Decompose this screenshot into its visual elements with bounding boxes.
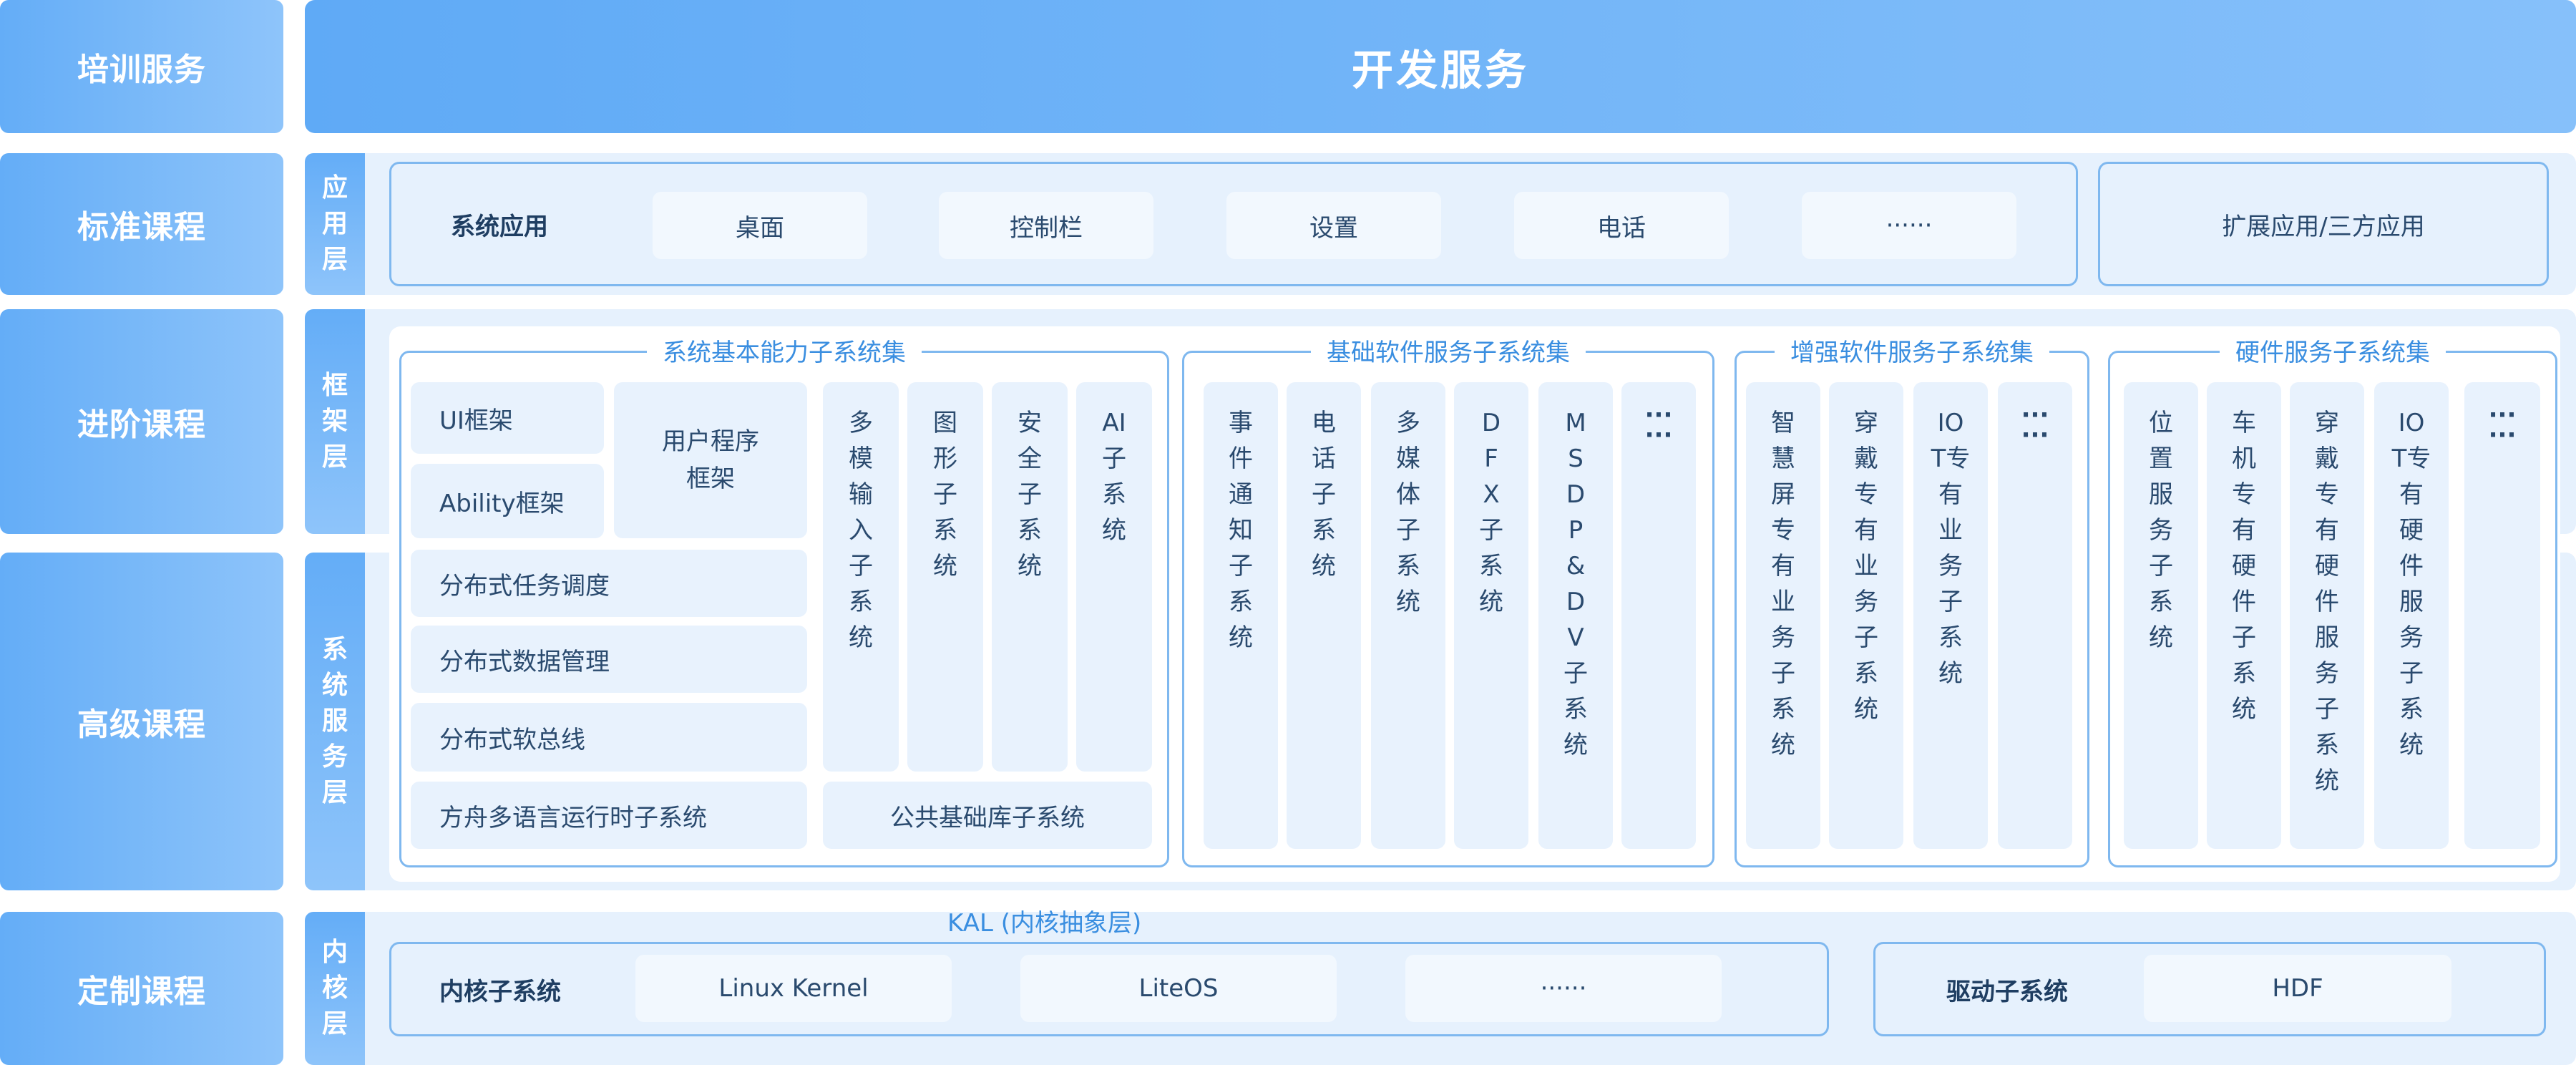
wearable-hardware-text: 穿戴专有硬件服务子系统: [2315, 409, 2339, 795]
telephony-text: 电话子系统: [1312, 409, 1336, 580]
smart-screen-text: 智慧屏专有业务子系统: [1771, 409, 1795, 759]
distributed-scheduling: 分布式任务调度: [411, 550, 807, 617]
hardware-service-more: ······: [2464, 382, 2540, 849]
system-service-layer-label-text: 系统服务层: [321, 635, 348, 807]
kal-label: KAL (内核抽象层): [947, 909, 1142, 938]
location-service-subsystem: 位置服务子系统: [2124, 382, 2198, 849]
vehicle-hardware-text: 车机专有硬件子系统: [2232, 409, 2256, 724]
kernel-more: ······: [1405, 955, 1722, 1022]
security-text: 安全子系统: [1018, 409, 1042, 580]
app-phone: 电话: [1514, 192, 1729, 259]
framework-layer-label: 框架层: [305, 309, 365, 534]
kernel-layer-label-text: 内核层: [321, 938, 348, 1039]
multimedia-text: 多媒体子系统: [1396, 409, 1420, 616]
event-notification-subsystem: 事件通知子系统: [1204, 382, 1278, 849]
app-desktop: 桌面: [653, 192, 867, 259]
framework-layer-label-text: 框架层: [321, 371, 348, 472]
app-control-bar: 控制栏: [939, 192, 1153, 259]
iot-business-text: IOT专有业务子系统: [1931, 409, 1971, 688]
security-subsystem: 安全子系统: [992, 382, 1068, 772]
app-settings: 设置: [1226, 192, 1441, 259]
location-service-text: 位置服务子系统: [2149, 409, 2173, 652]
multimodal-input-text: 多模输入子系统: [849, 409, 873, 652]
basic-capability-title: 系统基本能力子系统集: [647, 337, 922, 369]
linux-kernel: Linux Kernel: [635, 955, 952, 1022]
course-standard: 标准课程: [0, 153, 283, 295]
hdf: HDF: [2144, 955, 2451, 1022]
enhanced-software-more-text: ······: [2021, 401, 2049, 449]
iot-hardware-subsystem: IOT专有硬件服务子系统: [2374, 382, 2449, 849]
vehicle-hardware-subsystem: 车机专有硬件子系统: [2207, 382, 2281, 849]
iot-business-subsystem: IOT专有业务子系统: [1913, 382, 1988, 849]
course-custom: 定制课程: [0, 912, 283, 1065]
basic-software-more-text: ······: [1644, 401, 1673, 449]
kernel-subsystem-label: 内核子系统: [439, 977, 561, 1006]
smart-screen-subsystem: 智慧屏专有业务子系统: [1746, 382, 1820, 849]
course-advanced: 进阶课程: [0, 309, 283, 534]
dfx-subsystem: DFX子系统: [1454, 382, 1528, 849]
enhanced-software-more: ······: [1998, 382, 2072, 849]
msdp-dv-subsystem: MSDP&DV子系统: [1538, 382, 1613, 849]
basic-software-title: 基础软件服务子系统集: [1311, 337, 1586, 369]
msdp-dv-text: MSDP&DV子系统: [1563, 409, 1588, 759]
enhanced-software-title: 增强软件服务子系统集: [1775, 337, 2049, 369]
event-notification-text: 事件通知子系统: [1229, 409, 1253, 652]
graphics-subsystem: 图形子系统: [907, 382, 983, 772]
basic-software-more: ······: [1621, 382, 1696, 849]
app-layer-label: 应用层: [305, 153, 365, 295]
system-service-layer-label: 系统服务层: [305, 553, 365, 890]
wearable-hardware-subsystem: 穿戴专有硬件服务子系统: [2290, 382, 2364, 849]
extended-apps: 扩展应用/三方应用: [2222, 212, 2425, 241]
common-library: 公共基础库子系统: [823, 782, 1152, 849]
user-program-framework-text: 用户程序框架: [662, 427, 759, 493]
dfx-text: DFX子系统: [1479, 409, 1503, 616]
course-training: 培训服务: [0, 0, 283, 133]
ai-text: AI子系统: [1102, 409, 1126, 545]
app-layer-label-text: 应用层: [321, 173, 348, 274]
hardware-service-title: 硬件服务子系统集: [2220, 337, 2446, 369]
ui-framework: UI框架: [411, 382, 604, 454]
system-apps-label: 系统应用: [451, 212, 548, 241]
multimodal-input-subsystem: 多模输入子系统: [823, 382, 899, 772]
kernel-layer-label: 内核层: [305, 912, 365, 1065]
dev-service-banner: 开发服务: [305, 0, 2576, 133]
iot-hardware-text: IOT专有硬件服务子系统: [2391, 409, 2431, 759]
user-program-framework: 用户程序框架: [614, 382, 807, 538]
multimedia-subsystem: 多媒体子系统: [1371, 382, 1445, 849]
graphics-text: 图形子系统: [933, 409, 957, 580]
ai-subsystem: AI子系统: [1076, 382, 1152, 772]
wearable-business-text: 穿戴专有业务子系统: [1854, 409, 1878, 724]
telephony-subsystem: 电话子系统: [1287, 382, 1361, 849]
driver-subsystem-label: 驱动子系统: [1946, 977, 2068, 1006]
liteos: LiteOS: [1020, 955, 1337, 1022]
course-senior: 高级课程: [0, 553, 283, 890]
hardware-service-more-text: ······: [2488, 401, 2517, 449]
ark-runtime: 方舟多语言运行时子系统: [411, 782, 807, 849]
distributed-softbus: 分布式软总线: [411, 703, 807, 772]
ability-framework: Ability框架: [411, 464, 604, 538]
distributed-data: 分布式数据管理: [411, 626, 807, 693]
wearable-business-subsystem: 穿戴专有业务子系统: [1829, 382, 1903, 849]
app-more: ······: [1802, 192, 2016, 259]
